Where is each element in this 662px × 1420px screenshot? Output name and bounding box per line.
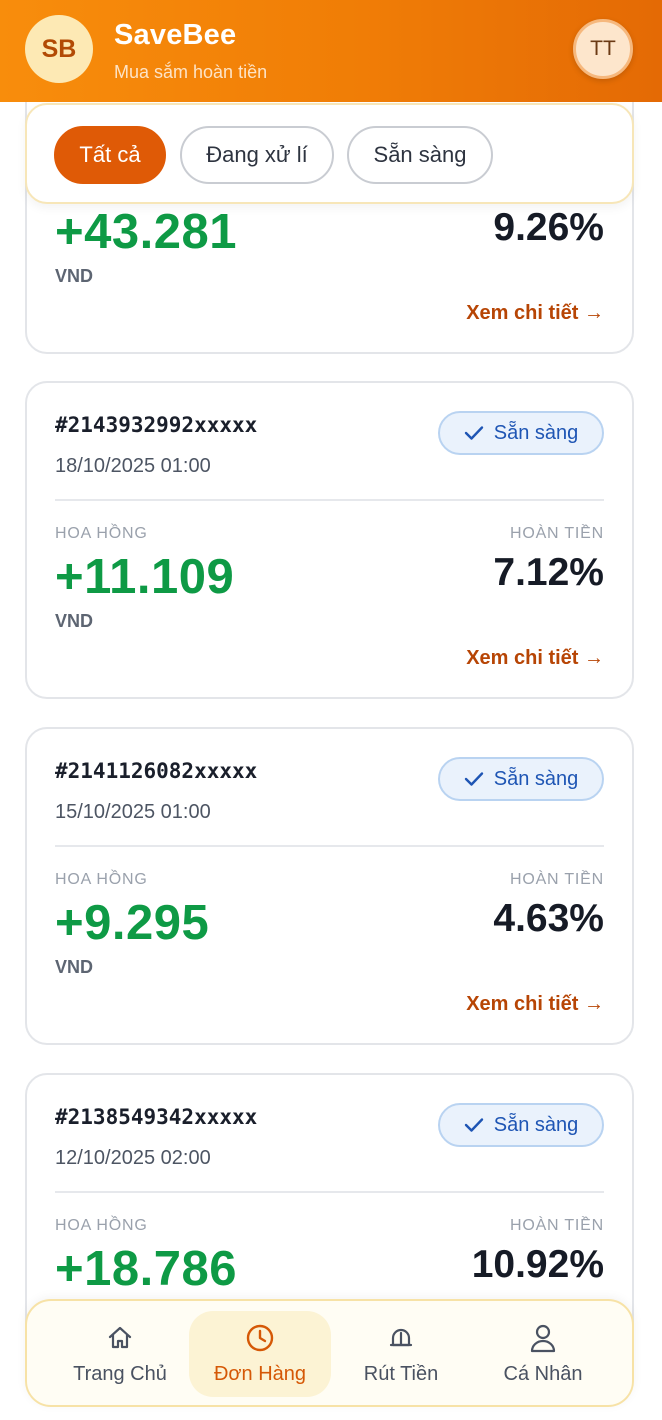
nav-label: Rút Tiền <box>363 1363 439 1385</box>
refund-label: HOÀN TIỀN <box>509 525 604 542</box>
order-date: 15/10/2025 01:00 <box>55 801 211 823</box>
check-icon <box>464 771 484 787</box>
commission-amount: +11.109 <box>55 550 235 604</box>
commission-label: HOA HỒNG <box>55 871 148 888</box>
commission-currency: VND <box>55 957 94 977</box>
commission-label: HOA HỒNG <box>55 1217 148 1234</box>
refund-percent: 10.92% <box>471 1243 604 1286</box>
nav-item-withdraw[interactable]: Rút Tiền <box>330 1311 472 1397</box>
home-icon <box>105 1323 135 1353</box>
refund-percent: 9.26% <box>493 206 604 249</box>
nav-label: Cá Nhân <box>503 1363 583 1385</box>
commission-currency: VND <box>55 266 94 286</box>
status-badge: Sẵn sàng <box>438 411 604 455</box>
order-card[interactable]: #2141126082xxxxx 15/10/2025 01:00 Sẵn sà… <box>25 727 634 1045</box>
nav-label: Trang Chủ <box>73 1363 167 1385</box>
status-text: Sẵn sàng <box>493 1113 579 1136</box>
order-id: #2143932992xxxxx <box>55 413 258 437</box>
filter-chip-ready[interactable]: Sẵn sàng <box>347 126 493 184</box>
refund-label: HOÀN TIỀN <box>509 1217 604 1234</box>
nav-item-profile[interactable]: Cá Nhân <box>472 1311 614 1397</box>
order-card[interactable]: #2143932992xxxxx 18/10/2025 01:00 Sẵn sà… <box>25 381 634 699</box>
status-badge: Sẵn sàng <box>438 1103 604 1147</box>
refund-percent: 4.63% <box>493 897 604 940</box>
refund-label: HOÀN TIỀN <box>509 871 604 888</box>
app-title: SaveBee <box>114 19 237 51</box>
card-divider <box>55 845 604 847</box>
card-divider <box>55 1191 604 1193</box>
view-detail-link[interactable]: Xem chi tiết → <box>466 302 604 325</box>
card-divider <box>55 499 604 501</box>
commission-amount: +43.281 <box>55 205 237 259</box>
commission-label: HOA HỒNG <box>55 525 148 542</box>
bottom-nav: Trang Chủ Đơn Hàng Rút Tiền Cá Nhân <box>25 1299 634 1407</box>
nav-item-home[interactable]: Trang Chủ <box>49 1311 191 1397</box>
view-detail-link[interactable]: Xem chi tiết → <box>466 647 604 670</box>
order-id: #2141126082xxxxx <box>55 759 258 783</box>
order-id: #2138549342xxxxx <box>55 1105 258 1129</box>
clock-icon <box>245 1323 275 1353</box>
commission-amount: +18.786 <box>55 1242 237 1296</box>
filter-chip-all[interactable]: Tất cả <box>54 126 166 184</box>
status-badge: Sẵn sàng <box>438 757 604 801</box>
status-text: Sẵn sàng <box>493 421 579 444</box>
status-text: Sẵn sàng <box>493 767 579 790</box>
user-avatar[interactable]: TT <box>573 19 633 79</box>
status-filter-bar: Tất cả Đang xử lí Sẵn sàng <box>25 103 634 204</box>
nav-item-orders[interactable]: Đơn Hàng <box>189 1311 331 1397</box>
check-icon <box>464 1117 484 1133</box>
view-detail-link[interactable]: Xem chi tiết → <box>466 993 604 1016</box>
app-header: SB SaveBee Mua sắm hoàn tiền TT <box>0 0 662 102</box>
check-icon <box>464 425 484 441</box>
order-date: 18/10/2025 01:00 <box>55 455 211 477</box>
wallet-icon <box>386 1323 416 1353</box>
refund-percent: 7.12% <box>493 551 604 594</box>
order-date: 12/10/2025 02:00 <box>55 1147 211 1169</box>
filter-chip-processing[interactable]: Đang xử lí <box>180 126 334 184</box>
user-icon <box>528 1323 558 1353</box>
app-logo: SB <box>25 15 93 83</box>
commission-currency: VND <box>55 611 94 631</box>
nav-label: Đơn Hàng <box>213 1363 307 1385</box>
commission-amount: +9.295 <box>55 896 210 950</box>
app-subtitle: Mua sắm hoàn tiền <box>114 62 268 82</box>
